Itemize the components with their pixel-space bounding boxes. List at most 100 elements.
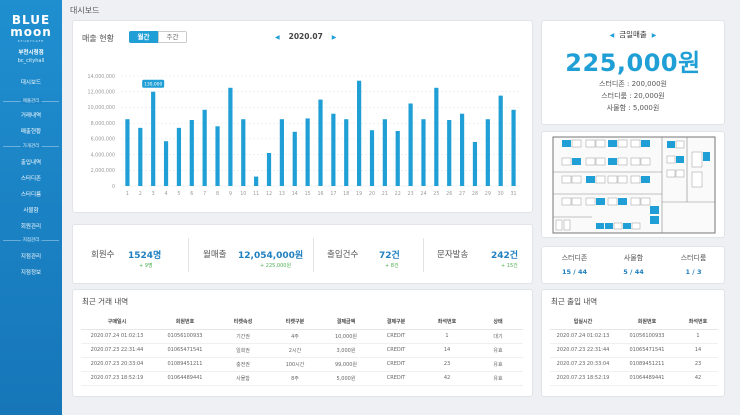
cell: 01065471541 — [616, 343, 678, 358]
triangle-left-icon[interactable]: ◀ — [610, 32, 615, 39]
sidebar-item-entry-log[interactable]: 출입내역 — [0, 158, 62, 166]
logo-tagline: STUDYCAFE — [17, 39, 45, 43]
transactions-table: 구매일시 회원번호 티켓속성 티켓구분 결제금액 결제구분 좌석번호 상태 20… — [81, 315, 523, 386]
sidebar-item-branch-manage[interactable]: 지점관리 — [0, 252, 62, 260]
cell: 10,000원 — [321, 329, 371, 344]
sidebar-item-locker[interactable]: 사물함 — [0, 206, 62, 214]
seat-map[interactable] — [542, 132, 726, 239]
store-name: 부천시청점 — [18, 50, 44, 56]
cell: CREDIT — [371, 371, 421, 386]
col-header: 좌석번호 — [678, 315, 718, 330]
cell: 사물함 — [217, 371, 269, 386]
bar[interactable] — [472, 142, 478, 186]
cell: 100시간 — [269, 357, 321, 372]
x-tick-label: 8 — [216, 191, 219, 197]
month-value: 2020.07 — [288, 32, 323, 41]
bar[interactable] — [459, 113, 465, 186]
bar[interactable] — [215, 126, 220, 186]
bar[interactable] — [498, 95, 503, 186]
today-line-locker: 사물함 : 5,000원 — [606, 104, 660, 112]
bar[interactable] — [305, 118, 310, 186]
bar[interactable] — [292, 131, 297, 186]
bar[interactable] — [189, 120, 194, 186]
bar[interactable] — [254, 176, 259, 186]
bar[interactable] — [163, 141, 169, 186]
bar[interactable] — [151, 91, 156, 186]
table-row[interactable]: 2020.07.23 20:33:04 01089451211 23 — [550, 357, 718, 372]
section-title: 가게관리 — [20, 143, 42, 149]
cell: 01064489441 — [616, 371, 678, 386]
bar[interactable] — [125, 119, 130, 186]
count-locker[interactable]: 사물함 5 / 44 — [606, 253, 661, 276]
cell: 2020.07.23 22:31:44 — [81, 343, 153, 358]
sidebar-item-branch-info[interactable]: 지점정보 — [0, 268, 62, 276]
stat-label: 문자발송 — [437, 250, 469, 260]
bar[interactable] — [369, 130, 375, 186]
cell: 23 — [678, 357, 718, 372]
seat-map-card[interactable] — [541, 131, 725, 238]
bar[interactable] — [176, 127, 182, 186]
bar[interactable] — [266, 153, 272, 186]
bar[interactable] — [202, 109, 207, 186]
sidebar-section-branch: 지점관리 — [3, 237, 59, 243]
sidebar-item-members[interactable]: 회원관리 — [0, 222, 62, 230]
cell: 일회권 — [217, 343, 269, 358]
cell: 1 — [678, 329, 718, 344]
bar[interactable] — [318, 99, 323, 186]
stats-strip: 회원수 1524명 + 9명 월매출 12,054,000원 + 225,000… — [72, 224, 533, 284]
cell: 유효 — [473, 357, 523, 372]
bar[interactable] — [331, 113, 336, 186]
cell: CREDIT — [371, 329, 421, 344]
table-row[interactable]: 2020.07.23 18:52:19 01064489441 42 — [550, 371, 718, 386]
sidebar-item-study-zone[interactable]: 스터디존 — [0, 174, 62, 182]
bar[interactable] — [344, 119, 349, 186]
col-header: 상태 — [473, 315, 523, 330]
col-header: 회원번호 — [616, 315, 678, 330]
bar[interactable] — [485, 119, 490, 186]
cell: 3,000원 — [321, 343, 371, 358]
bar[interactable] — [138, 127, 143, 186]
tab-monthly[interactable]: 월간 — [129, 31, 158, 43]
y-tick-label: 8,000,000 — [91, 121, 115, 127]
x-tick-label: 24 — [420, 191, 426, 197]
triangle-left-icon[interactable]: ◀ — [275, 34, 280, 41]
triangle-right-icon[interactable]: ▶ — [652, 32, 657, 39]
count-study-room[interactable]: 스터디룸 1 / 3 — [666, 253, 721, 276]
table-row[interactable]: 2020.07.23 20:33:04 01089451211 충전권 100시간 99… — [81, 357, 523, 372]
table-row[interactable]: 2020.07.23 22:31:44 01065471541 일회권 2시간 3,00… — [81, 343, 523, 358]
bar[interactable] — [421, 119, 426, 186]
x-tick-label: 6 — [190, 191, 193, 197]
count-study-zone[interactable]: 스터디존 15 / 44 — [547, 253, 602, 276]
col-header: 티켓구분 — [269, 315, 321, 330]
bar[interactable] — [228, 87, 233, 186]
y-tick-label: 14,000,000 — [88, 74, 115, 80]
count-value: 15 / 44 — [562, 268, 587, 276]
bar[interactable] — [241, 119, 246, 186]
bar[interactable] — [395, 131, 400, 186]
sidebar-item-study-room[interactable]: 스터디룸 — [0, 190, 62, 198]
tab-weekly[interactable]: 주간 — [158, 31, 187, 43]
sidebar-item-transactions[interactable]: 거래내역 — [0, 111, 62, 119]
bar[interactable] — [279, 119, 284, 186]
stat-delta: + 9명 — [139, 263, 153, 269]
count-value: 5 / 44 — [623, 268, 644, 276]
x-tick-label: 16 — [317, 191, 323, 197]
bar[interactable] — [447, 120, 452, 186]
bar[interactable] — [434, 87, 439, 186]
sidebar-item-dashboard[interactable]: 대시보드 — [0, 78, 62, 86]
logo-line2: moon — [10, 25, 52, 39]
bar[interactable] — [382, 119, 387, 186]
sidebar-item-sales-status[interactable]: 매출현황 — [0, 127, 62, 135]
x-tick-label: 17 — [330, 191, 336, 197]
bar[interactable] — [408, 103, 413, 187]
bar[interactable] — [511, 109, 516, 186]
cell: CREDIT — [371, 357, 421, 372]
x-tick-label: 13 — [279, 191, 285, 197]
table-row[interactable]: 2020.07.24 01:02:13 01056100933 기간권 4주 10,00… — [81, 329, 523, 344]
table-row[interactable]: 2020.07.23 18:52:19 01064489441 사물함 8주 5,000… — [81, 371, 523, 386]
triangle-right-icon[interactable]: ▶ — [332, 34, 337, 41]
bar[interactable] — [357, 80, 362, 186]
table-row[interactable]: 2020.07.24 01:02:13 01056100933 1 — [550, 329, 718, 344]
table-row[interactable]: 2020.07.23 22:31:44 01065471541 14 — [550, 343, 718, 358]
brand-logo[interactable]: BLUE moon STUDYCAFE — [0, 14, 62, 43]
